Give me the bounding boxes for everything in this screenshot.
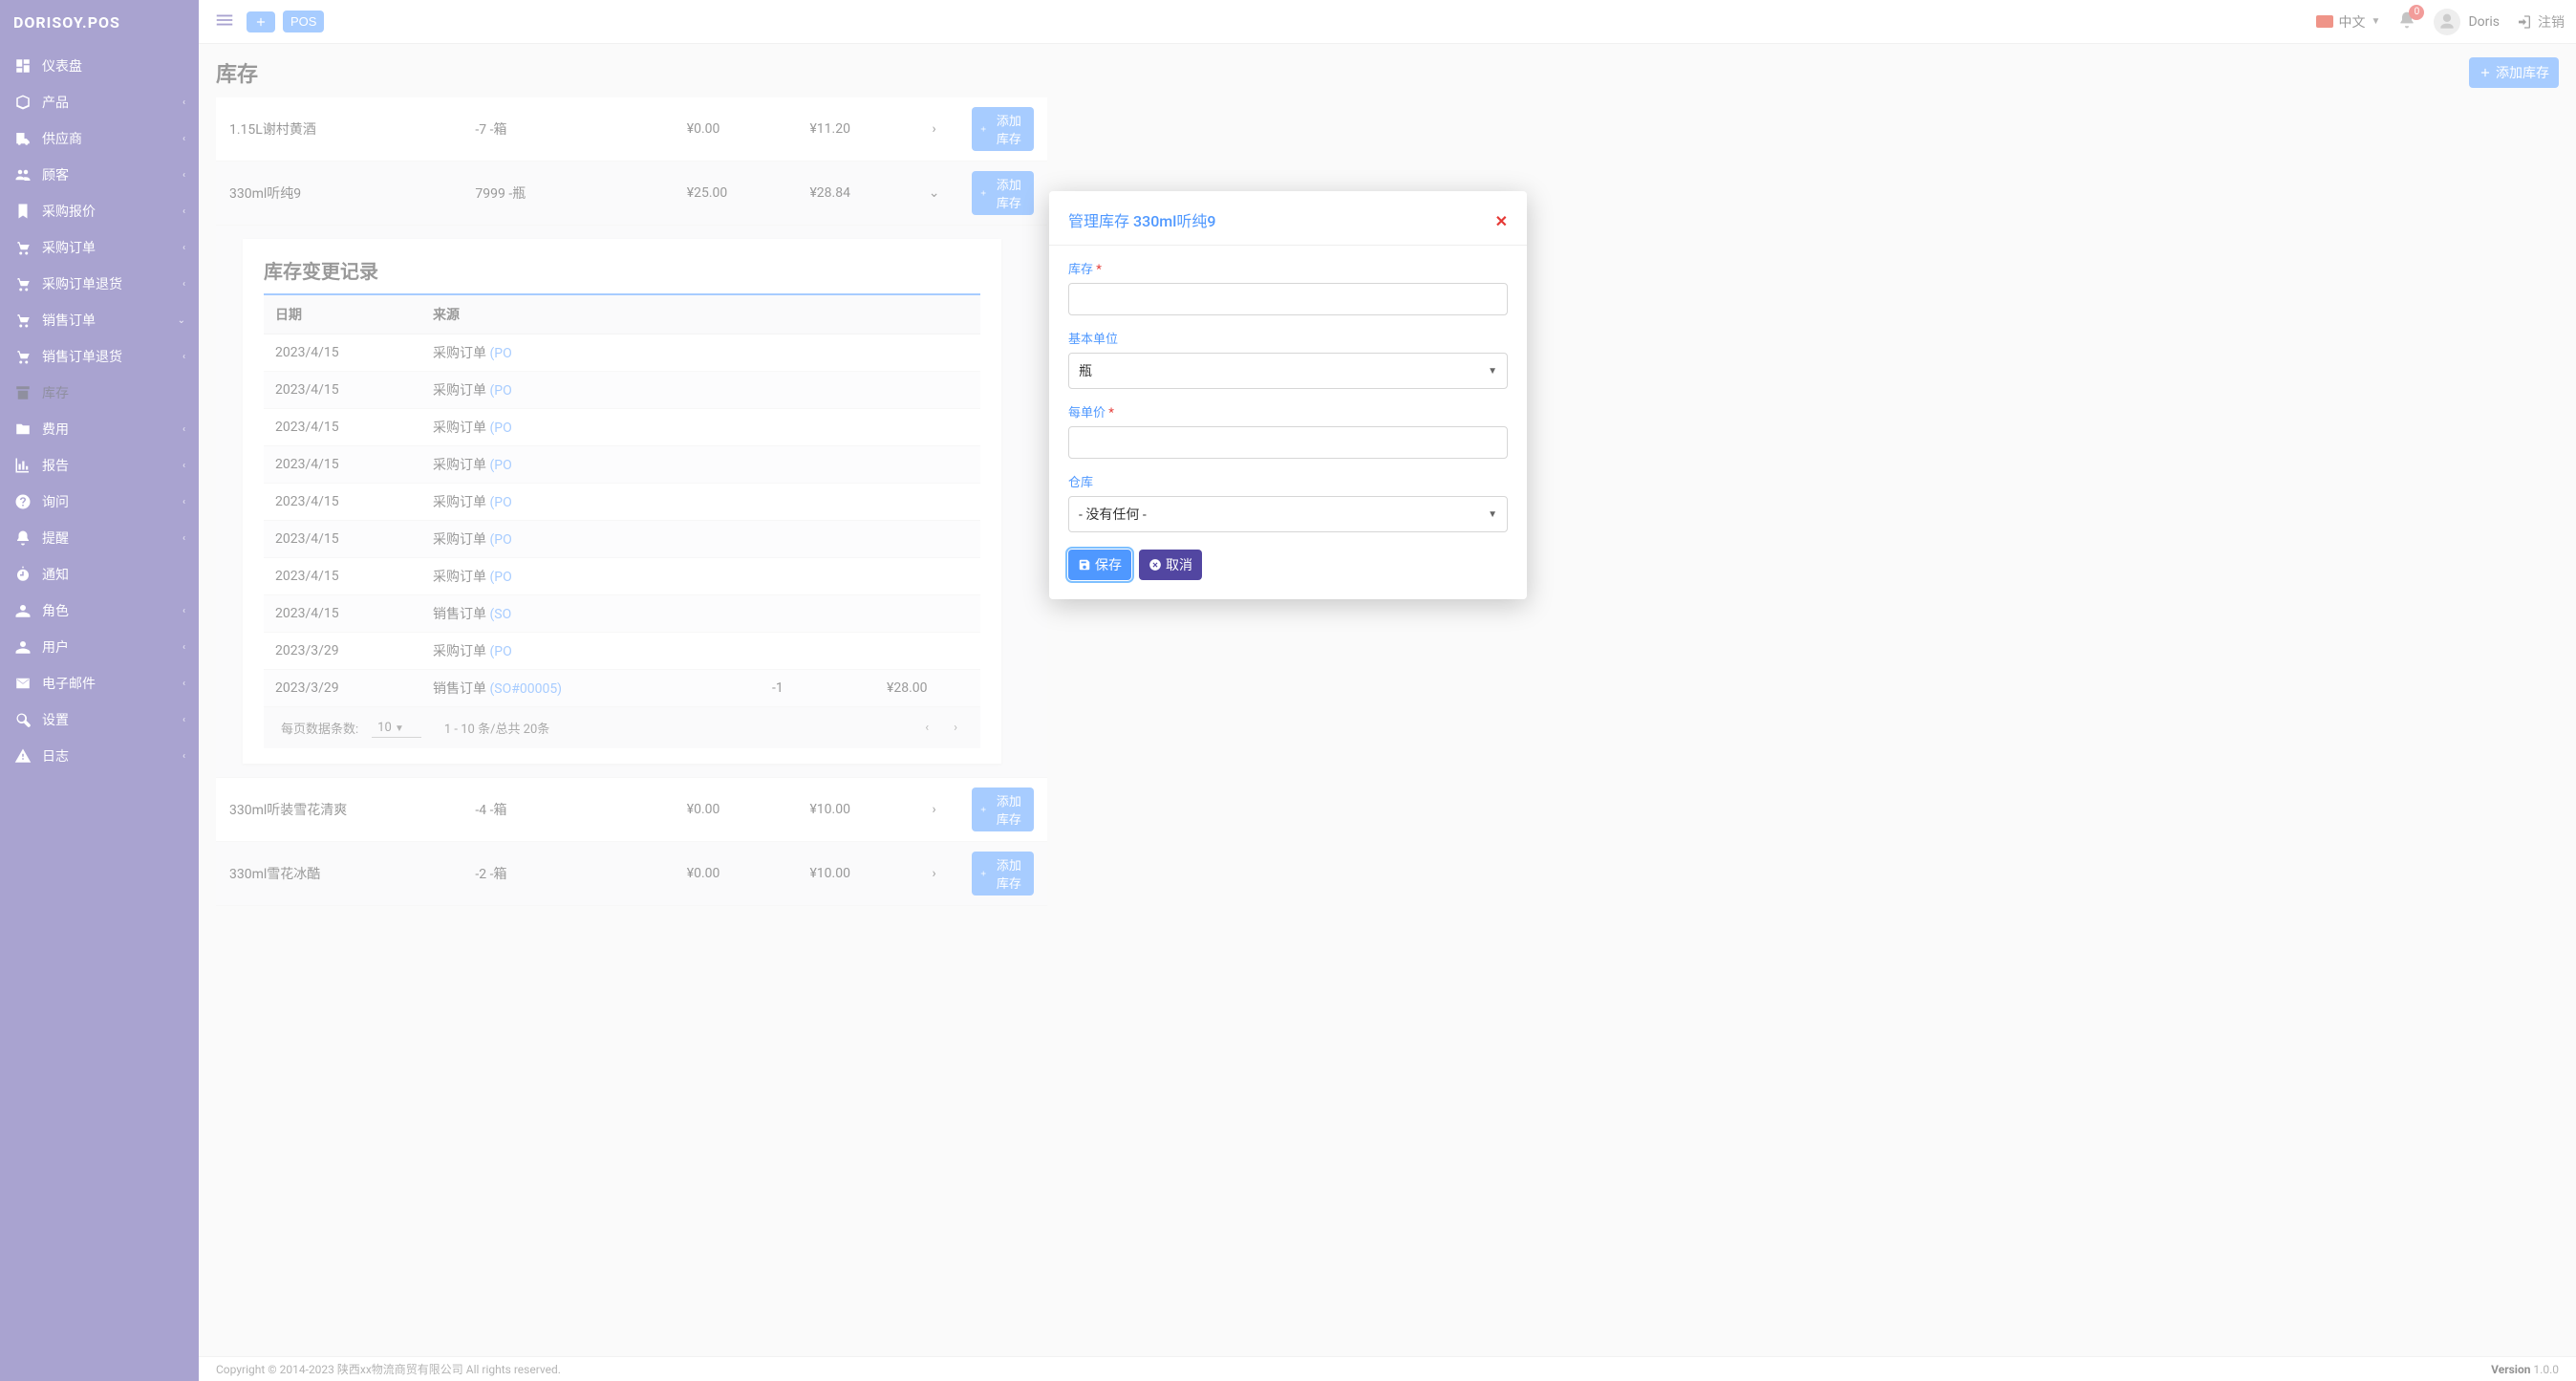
modal-backdrop[interactable]: 管理库存 330ml听纯9 ✕ 库存 * 基本单位 瓶 ▼ 每单价 * 仓库 -…: [0, 0, 2576, 1381]
price-label: 每单价 *: [1068, 402, 1508, 421]
unit-label: 基本单位: [1068, 329, 1508, 347]
chevron-down-icon: ▼: [1488, 509, 1497, 520]
stock-label: 库存 *: [1068, 259, 1508, 277]
warehouse-value: - 没有任何 -: [1079, 505, 1147, 524]
unit-value: 瓶: [1079, 361, 1092, 380]
modal-close-button[interactable]: ✕: [1495, 212, 1508, 230]
save-icon: [1078, 558, 1091, 572]
chevron-down-icon: ▼: [1488, 366, 1497, 377]
price-input[interactable]: [1068, 426, 1508, 459]
modal-title: 管理库存: [1068, 208, 1129, 231]
cancel-button[interactable]: 取消: [1139, 550, 1202, 580]
cancel-icon: [1148, 558, 1162, 572]
save-button[interactable]: 保存: [1068, 550, 1131, 580]
cancel-label: 取消: [1166, 555, 1192, 574]
stock-input[interactable]: [1068, 283, 1508, 315]
save-label: 保存: [1095, 555, 1122, 574]
warehouse-label: 仓库: [1068, 472, 1508, 490]
modal-product-name: 330ml听纯9: [1133, 208, 1215, 231]
unit-select[interactable]: 瓶 ▼: [1068, 353, 1508, 389]
manage-stock-modal: 管理库存 330ml听纯9 ✕ 库存 * 基本单位 瓶 ▼ 每单价 * 仓库 -…: [1049, 191, 1527, 599]
warehouse-select[interactable]: - 没有任何 - ▼: [1068, 496, 1508, 532]
